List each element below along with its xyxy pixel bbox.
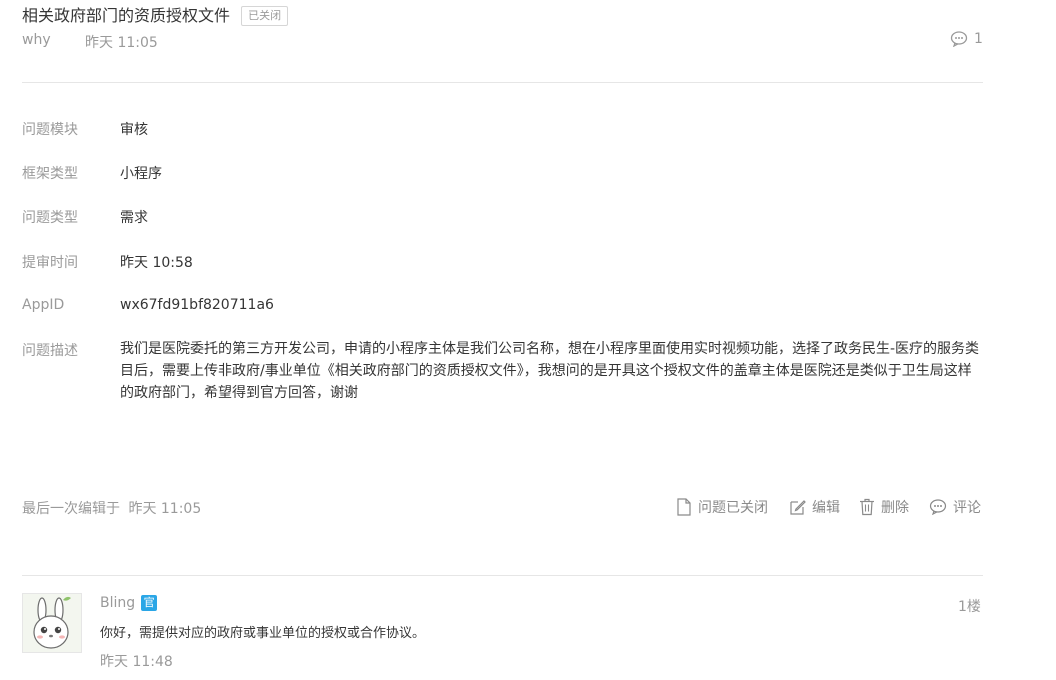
delete-button[interactable]: 删除 [859,497,909,517]
submit-time-value: 昨天 10:58 [120,255,193,271]
trash-icon [860,498,874,516]
author-name[interactable]: why [22,32,51,48]
edit-button[interactable]: 编辑 [789,497,840,517]
official-badge: 官 [141,595,158,611]
comment-button[interactable]: 评论 [929,497,981,517]
appid-label: AppID [22,297,65,313]
reply-author-row: Bling 官 [100,595,158,611]
issue-type-label: 问题类型 [22,210,78,226]
comment-bubble-icon [950,31,968,47]
description-label: 问题描述 [22,343,78,359]
reply-author-name[interactable]: Bling [100,595,135,611]
delete-label: 删除 [881,500,909,516]
post-time: 昨天 11:05 [85,35,158,51]
document-icon [677,498,691,516]
rabbit-avatar-icon [23,594,81,652]
comment-bubble-icon [929,499,947,515]
status-badge: 已关闭 [241,6,289,26]
avatar[interactable] [22,593,82,653]
module-value: 审核 [120,122,148,138]
reply-text: 你好，需提供对应的政府或事业单位的授权或合作协议。 [100,626,426,641]
closed-status-label: 问题已关闭 [698,500,768,516]
last-edit-time: 昨天 11:05 [128,501,202,517]
module-label: 问题模块 [22,122,78,138]
comment-count[interactable]: 1 [950,31,983,47]
last-edit-label: 最后一次编辑于 [22,501,120,517]
header-divider [22,82,983,83]
post-title: 相关政府部门的资质授权文件 [22,6,231,25]
appid-value: wx67fd91bf820711a6 [120,297,274,313]
comment-count-number: 1 [974,31,983,47]
floor-number: 1楼 [958,599,981,615]
reply-time: 昨天 11:48 [100,654,173,670]
pencil-icon [790,499,806,515]
comment-label: 评论 [953,500,981,516]
last-edit: 最后一次编辑于 昨天 11:05 [22,498,201,518]
issue-type-value: 需求 [120,210,148,226]
closed-status-button[interactable]: 问题已关闭 [676,497,768,517]
post-title-row: 相关政府部门的资质授权文件 已关闭 [22,2,289,26]
description-text: 我们是医院委托的第三方开发公司，申请的小程序主体是我们公司名称，想在小程序里面使… [120,341,980,401]
framework-value: 小程序 [120,166,162,182]
reply-divider [22,575,983,576]
framework-label: 框架类型 [22,166,78,182]
edit-label: 编辑 [812,500,840,516]
submit-time-label: 提审时间 [22,255,78,271]
